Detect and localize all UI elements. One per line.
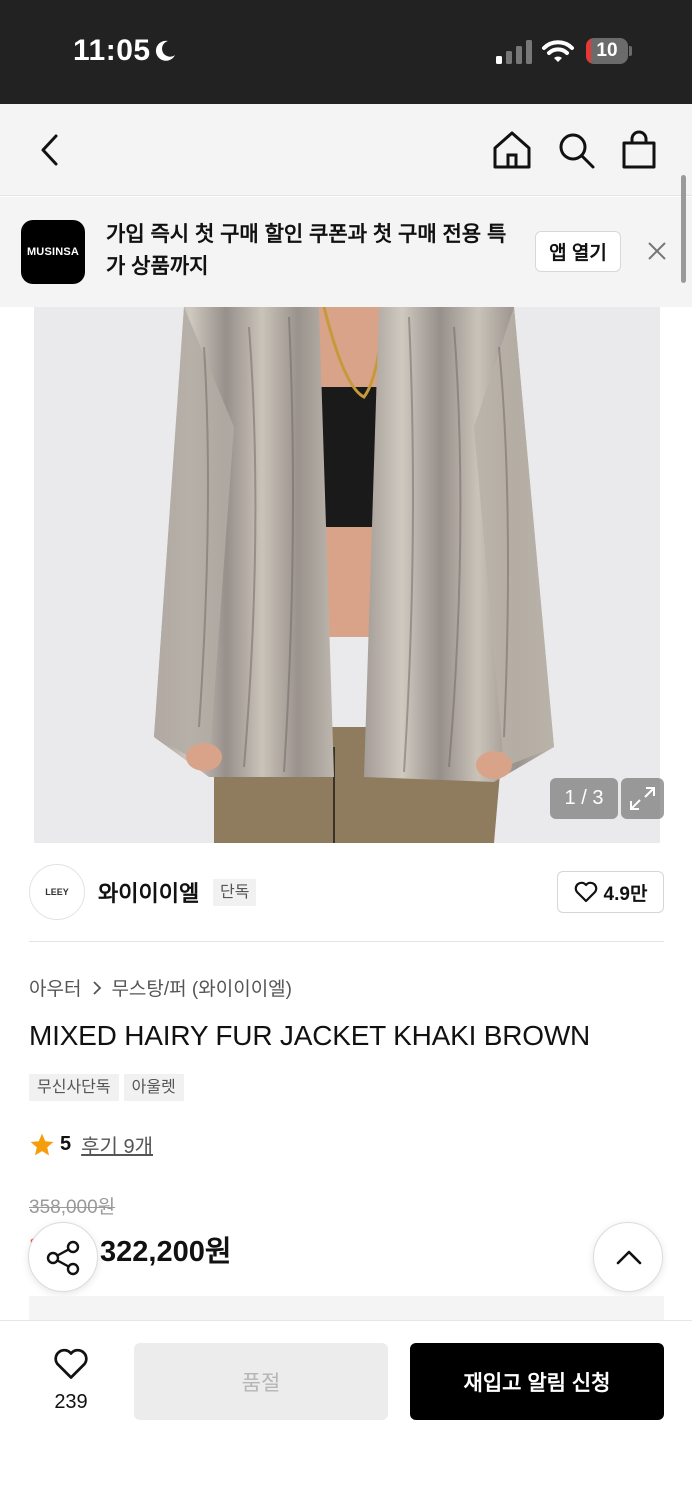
brand-like-button[interactable]: 4.9만 bbox=[557, 871, 664, 913]
chevron-right-icon bbox=[93, 980, 102, 995]
share-button[interactable] bbox=[28, 1222, 98, 1292]
scrollbar[interactable] bbox=[681, 175, 686, 283]
review-link[interactable]: 후기 9개 bbox=[81, 1130, 153, 1159]
rating-row: 5 후기 9개 bbox=[29, 1130, 153, 1159]
heart-icon bbox=[54, 1348, 88, 1379]
signal-icon bbox=[496, 40, 532, 64]
battery-level: 10 bbox=[596, 40, 618, 61]
wish-button[interactable]: 239 bbox=[38, 1347, 104, 1417]
breadcrumb-category[interactable]: 아우터 bbox=[29, 974, 81, 1001]
exclusive-badge: 단독 bbox=[213, 879, 257, 906]
restock-alert-button[interactable]: 재입고 알림 신청 bbox=[410, 1343, 664, 1420]
original-price: 358,000원 bbox=[29, 1197, 116, 1218]
breadcrumb: 아우터 무스탕/퍼 (와이이이엘) bbox=[29, 974, 292, 1001]
sale-price: 322,200원 bbox=[100, 1236, 232, 1268]
wish-count: 239 bbox=[54, 1391, 88, 1413]
wifi-icon bbox=[542, 40, 574, 62]
breadcrumb-subcategory[interactable]: 무스탕/퍼 (와이이이엘) bbox=[111, 974, 292, 1001]
brand-logo[interactable]: LEEY bbox=[29, 864, 85, 920]
product-image[interactable] bbox=[34, 307, 660, 843]
share-icon bbox=[46, 1240, 80, 1276]
product-tags: 무신사단독 아울렛 bbox=[29, 1074, 184, 1101]
scroll-top-button[interactable] bbox=[593, 1222, 663, 1292]
banner-message: 가입 즉시 첫 구매 할인 쿠폰과 첫 구매 전용 특가 상품까지 bbox=[106, 223, 507, 278]
bottom-action-bar: 239 품절 재입고 알림 신청 bbox=[0, 1320, 692, 1500]
divider bbox=[29, 941, 664, 942]
star-icon bbox=[30, 1133, 54, 1155]
search-icon[interactable] bbox=[556, 130, 596, 170]
app-install-banner: MUSINSA 가입 즉시 첫 구매 할인 쿠폰과 첫 구매 전용 특가 상품까… bbox=[0, 197, 692, 307]
soldout-button: 품절 bbox=[134, 1343, 388, 1420]
heart-icon bbox=[574, 881, 597, 903]
tag-outlet: 아울렛 bbox=[123, 1074, 184, 1101]
product-title: MIXED HAIRY FUR JACKET KHAKI BROWN bbox=[29, 1020, 591, 1051]
expand-icon bbox=[630, 787, 655, 810]
status-bar: 11:05 10 bbox=[0, 0, 692, 104]
shopping-bag-icon[interactable] bbox=[619, 130, 659, 170]
brand-like-count: 4.9만 bbox=[603, 883, 648, 905]
back-icon[interactable] bbox=[30, 130, 70, 170]
info-box bbox=[29, 1296, 664, 1320]
image-counter: 1 / 3 bbox=[550, 778, 618, 819]
tag-exclusive: 무신사단독 bbox=[29, 1074, 119, 1101]
chevron-up-icon bbox=[616, 1250, 642, 1265]
brand-name[interactable]: 와이이이엘 bbox=[98, 876, 199, 908]
moon-icon bbox=[155, 40, 175, 61]
expand-button[interactable] bbox=[621, 778, 664, 819]
close-icon[interactable] bbox=[645, 239, 669, 263]
nav-header bbox=[0, 104, 692, 196]
home-icon[interactable] bbox=[492, 130, 532, 170]
musinsa-logo: MUSINSA bbox=[21, 220, 85, 284]
status-time: 11:05 bbox=[73, 34, 151, 67]
open-app-button[interactable]: 앱 열기 bbox=[535, 231, 621, 272]
rating-value: 5 bbox=[60, 1133, 72, 1155]
battery-indicator: 10 bbox=[586, 38, 632, 64]
